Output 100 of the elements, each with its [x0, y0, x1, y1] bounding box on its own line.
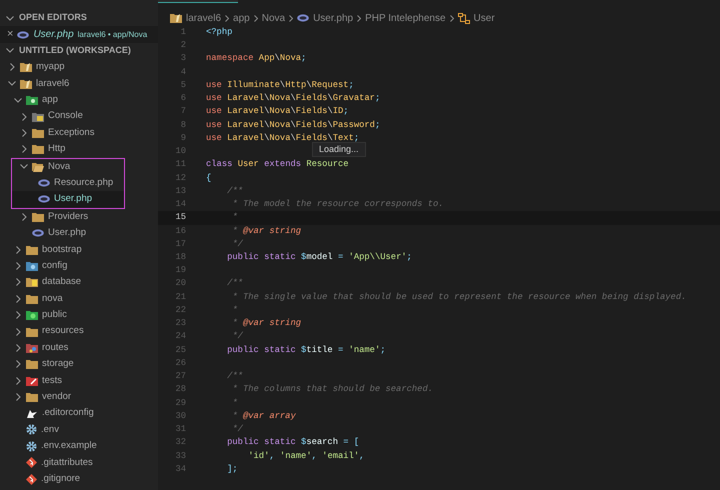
- code-line: use Laravel\Nova\Fields\ID;: [206, 105, 349, 118]
- php-file-icon: [38, 195, 50, 204]
- code-line: public static $search = [: [226, 436, 360, 450]
- breadcrumb-item[interactable]: User.php: [313, 10, 354, 26]
- line-number: 8: [180, 118, 186, 132]
- section-header[interactable]: UNTITLED (WORKSPACE): [19, 44, 131, 58]
- tree-item[interactable]: User.php: [0, 225, 158, 242]
- chevron-down-icon[interactable]: [20, 164, 28, 170]
- chevron-down-icon[interactable]: [14, 98, 22, 103]
- folder-icon: [32, 144, 44, 154]
- tree-item[interactable]: Resource.php: [12, 174, 124, 192]
- breadcrumb-item[interactable]: laravel6: [186, 10, 222, 26]
- folder-icon: [26, 343, 38, 353]
- chevron-right-icon: [254, 14, 258, 22]
- tree-item[interactable]: .gitattributes: [0, 454, 158, 471]
- open-editor-item[interactable]: × User.php laravel6 • app/Nova: [0, 26, 158, 43]
- chevron-down-icon[interactable]: [6, 16, 14, 21]
- tree-item[interactable]: Console: [0, 108, 158, 125]
- line-number: 32: [174, 436, 186, 450]
- breadcrumb-item[interactable]: Nova: [262, 10, 286, 26]
- section-header[interactable]: OPEN EDITORS: [19, 11, 87, 25]
- breadcrumb-item[interactable]: PHP Intelephense: [365, 10, 446, 26]
- line-number: 6: [180, 92, 186, 106]
- code-line: public static $model = 'App\\User';: [226, 251, 412, 264]
- folder-icon: [32, 128, 44, 138]
- code-line: * The single value that should be used to represent the resource when being displayed.: [231, 290, 686, 304]
- folder-icon: [26, 277, 38, 288]
- line-number: 19: [174, 264, 186, 278]
- file-name: User.php: [33, 28, 74, 42]
- tree-item[interactable]: .env: [0, 422, 158, 438]
- tree-item[interactable]: resources: [0, 323, 158, 340]
- tree-item[interactable]: .gitignore: [0, 470, 158, 488]
- line-number: 25: [174, 344, 186, 357]
- tree-item[interactable]: Exceptions: [0, 124, 158, 142]
- code-line: ];: [226, 462, 238, 476]
- tree-item[interactable]: .editorconfig: [0, 405, 158, 422]
- file-path: laravel6 • app/Nova: [78, 28, 148, 41]
- code-line: class User extends Resource: [206, 158, 349, 172]
- folder-icon: [26, 392, 38, 402]
- tree-item[interactable]: myapp: [0, 59, 158, 76]
- line-number: 20: [174, 277, 186, 290]
- loading-tooltip: Loading...: [312, 142, 366, 157]
- tree-item[interactable]: nova: [0, 290, 158, 308]
- tree-item[interactable]: tests: [0, 372, 158, 389]
- code-line: /**: [226, 184, 243, 198]
- code-line: use Laravel\Nova\Fields\Gravatar;: [206, 92, 380, 106]
- line-number: 13: [174, 184, 186, 198]
- code-line: namespace App\Nova;: [206, 52, 306, 66]
- tree-item[interactable]: bootstrap: [0, 241, 158, 258]
- chevron-right-icon[interactable]: [10, 63, 14, 72]
- folder-icon: [26, 359, 38, 370]
- line-number: 17: [174, 238, 186, 251]
- tree-item[interactable]: storage: [0, 356, 158, 373]
- code-line: public static $title = 'name';: [226, 344, 386, 357]
- chevron-down-icon[interactable]: [6, 48, 14, 54]
- breadcrumb-item[interactable]: User: [474, 10, 495, 26]
- gear-icon: [26, 440, 37, 452]
- breadcrumb-item[interactable]: app: [233, 10, 250, 26]
- code-line: * @var string: [231, 224, 302, 238]
- folder-icon: [20, 78, 32, 89]
- chevron-right-icon: [450, 14, 454, 22]
- tree-item[interactable]: config: [0, 258, 158, 274]
- tree-item[interactable]: Providers: [0, 208, 158, 226]
- git-icon: [26, 457, 37, 468]
- tree-item[interactable]: database: [0, 274, 158, 291]
- line-number: 16: [174, 224, 186, 238]
- chevron-right-icon[interactable]: [22, 212, 26, 221]
- close-icon[interactable]: ×: [7, 29, 14, 40]
- tree-item[interactable]: public: [0, 307, 158, 324]
- open-folder-icon: [32, 162, 44, 172]
- line-number: 3: [180, 52, 186, 66]
- tree-item[interactable]: vendor: [0, 388, 158, 406]
- folder-icon: [26, 95, 38, 106]
- tree-item[interactable]: Nova: [12, 158, 124, 175]
- class-icon: [458, 12, 470, 24]
- chevron-down-icon[interactable]: [8, 81, 16, 86]
- chevron-right-icon: [357, 14, 362, 22]
- php-file-icon: [38, 179, 50, 188]
- line-number: 21: [174, 290, 186, 304]
- tree-item[interactable]: User.php: [12, 191, 124, 208]
- tree-item[interactable]: laravel6: [0, 76, 158, 92]
- line-number: 31: [174, 423, 186, 436]
- code-line: * The columns that should be searched.: [231, 383, 433, 396]
- folder-icon: [32, 212, 44, 222]
- line-number: 7: [180, 105, 186, 118]
- code-line: */: [231, 238, 243, 251]
- tree-item[interactable]: .env.example: [0, 438, 158, 455]
- code-line: <?php: [206, 26, 232, 40]
- tree-item[interactable]: app: [0, 92, 158, 108]
- chevron-right-icon: [225, 14, 230, 22]
- tree-item[interactable]: Http: [0, 141, 158, 158]
- line-number: 33: [174, 450, 186, 463]
- folder-icon: [26, 294, 38, 304]
- code-line: use Laravel\Nova\Fields\Password;: [206, 118, 380, 132]
- line-number: 18: [174, 251, 186, 264]
- line-number: 4: [180, 66, 186, 79]
- editorconfig-icon: [26, 408, 38, 419]
- line-number: 2: [180, 39, 186, 52]
- line-number: 5: [180, 78, 186, 92]
- tree-item[interactable]: routes: [0, 340, 158, 356]
